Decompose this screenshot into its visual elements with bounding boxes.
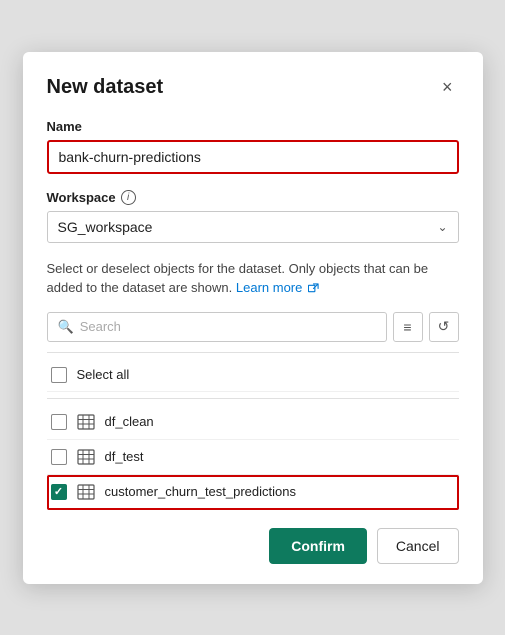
object-item-df-test[interactable]: df_test [47,440,459,475]
new-dataset-modal: New dataset × Name Workspace i SG_worksp… [23,52,483,584]
object-name-df-clean: df_clean [105,414,154,429]
object-list: Select all df_clean [47,352,459,510]
checkbox-customer-churn[interactable] [51,484,67,500]
select-all-checkbox[interactable] [51,367,67,383]
external-link-icon [308,283,319,294]
modal-title: New dataset [47,76,164,99]
object-name-df-test: df_test [105,449,144,464]
refresh-icon: ↺ [438,318,450,335]
workspace-label-row: Workspace i [47,190,459,205]
chevron-down-icon: ⌄ [437,220,447,234]
workspace-info-icon[interactable]: i [121,190,136,205]
workspace-selected-value: SG_workspace [58,219,153,235]
select-all-item[interactable]: Select all [47,359,459,392]
footer-actions: Confirm Cancel [47,528,459,564]
refresh-button[interactable]: ↺ [429,312,459,342]
name-input[interactable] [47,140,459,174]
name-label: Name [47,119,459,134]
description-text: Select or deselect objects for the datas… [47,259,459,298]
search-icon: 🔍 [58,319,74,335]
table-icon-df-test [77,448,95,466]
close-button[interactable]: × [436,76,459,98]
select-all-label: Select all [77,367,130,382]
divider-after-select-all [47,398,459,399]
modal-header: New dataset × [47,76,459,99]
table-icon-customer-churn [77,483,95,501]
checkbox-df-clean[interactable] [51,414,67,430]
checkbox-df-test[interactable] [51,449,67,465]
search-placeholder: Search [80,319,121,334]
object-name-customer-churn: customer_churn_test_predictions [105,484,297,499]
filter-icon: ≡ [403,319,411,335]
search-row: 🔍 Search ≡ ↺ [47,312,459,342]
workspace-label: Workspace [47,190,116,205]
filter-button[interactable]: ≡ [393,312,423,342]
learn-more-link[interactable]: Learn more [236,280,319,295]
table-icon-df-clean [77,413,95,431]
workspace-dropdown[interactable]: SG_workspace ⌄ [47,211,459,243]
confirm-button[interactable]: Confirm [269,528,367,564]
object-item-df-clean[interactable]: df_clean [47,405,459,440]
search-box[interactable]: 🔍 Search [47,312,387,342]
object-item-customer-churn[interactable]: customer_churn_test_predictions [47,475,459,510]
top-divider [47,352,459,353]
cancel-button[interactable]: Cancel [377,528,459,564]
